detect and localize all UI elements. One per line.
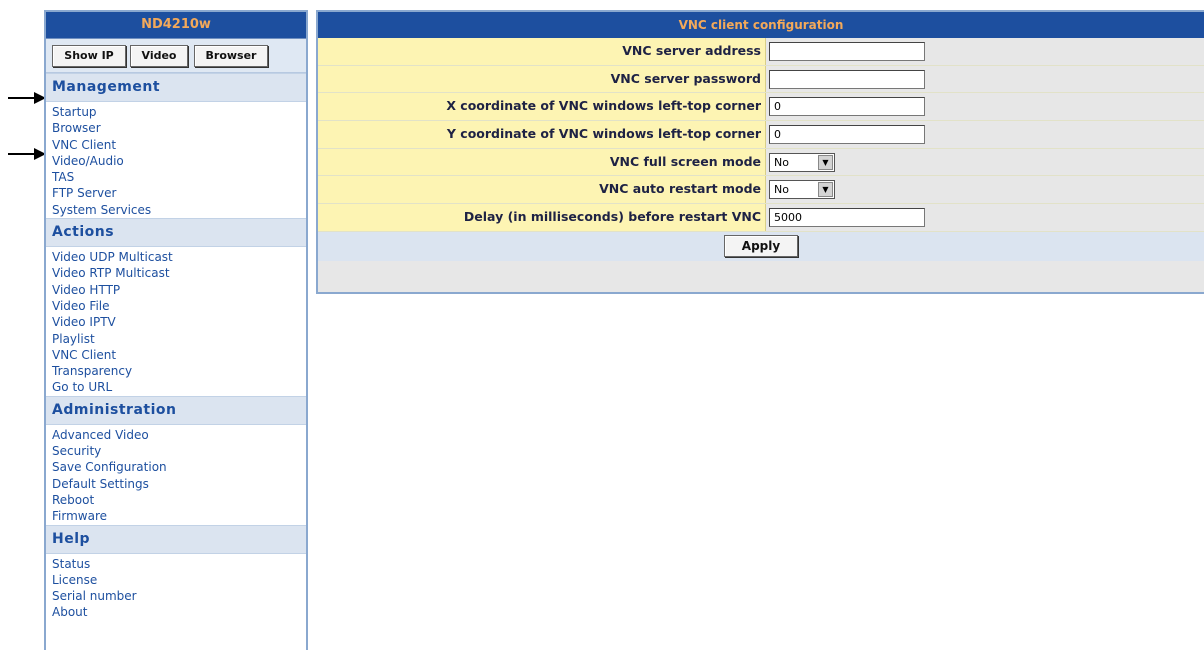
section-header-help: Help: [46, 524, 306, 554]
show-ip-button[interactable]: Show IP: [52, 44, 126, 67]
device-name: ND4210w: [46, 12, 306, 39]
sidebar-item-video-file[interactable]: Video File: [52, 298, 306, 314]
browser-button[interactable]: Browser: [194, 44, 268, 67]
sidebar-item-serial-number[interactable]: Serial number: [52, 588, 306, 604]
form-row: X coordinate of VNC windows left-top cor…: [318, 93, 1204, 122]
field-label: VNC server password: [318, 65, 766, 93]
apply-row: Apply: [318, 231, 1204, 261]
management-links: Startup Browser VNC Client Video/Audio T…: [46, 102, 306, 218]
section-header-actions: Actions: [46, 218, 306, 248]
sidebar-item-video-http[interactable]: Video HTTP: [52, 282, 306, 298]
field-label: VNC full screen mode: [318, 148, 766, 176]
sidebar-item-video-audio[interactable]: Video/Audio: [52, 153, 306, 169]
sidebar-item-browser[interactable]: Browser: [52, 120, 306, 136]
restart-delay-input[interactable]: [769, 207, 925, 227]
form-row: VNC auto restart mode No ▼: [318, 176, 1204, 205]
sidebar-item-security[interactable]: Security: [52, 443, 306, 459]
select-value: No: [774, 183, 789, 197]
sidebar-item-firmware[interactable]: Firmware: [52, 508, 306, 524]
sidebar-item-video-rtp-multicast[interactable]: Video RTP Multicast: [52, 265, 306, 281]
form-row: Y coordinate of VNC windows left-top cor…: [318, 121, 1204, 149]
field-label: VNC auto restart mode: [318, 176, 766, 204]
sidebar-item-transparency[interactable]: Transparency: [52, 363, 306, 379]
y-coordinate-input[interactable]: [769, 124, 925, 144]
sidebar-item-ftp-server[interactable]: FTP Server: [52, 185, 306, 201]
sidebar-item-video-iptv[interactable]: Video IPTV: [52, 314, 306, 330]
field-label: Y coordinate of VNC windows left-top cor…: [318, 121, 766, 148]
apply-button[interactable]: Apply: [724, 235, 798, 258]
vnc-server-password-input[interactable]: [769, 69, 925, 89]
x-coordinate-input[interactable]: [769, 97, 925, 117]
sidebar-item-about[interactable]: About: [52, 604, 306, 620]
section-header-management: Management: [46, 73, 306, 102]
dropdown-arrow-icon[interactable]: ▼: [818, 154, 833, 170]
vnc-config-panel: VNC client configuration VNC server addr…: [316, 10, 1204, 294]
sidebar-item-playlist[interactable]: Playlist: [52, 331, 306, 347]
administration-links: Advanced Video Security Save Configurati…: [46, 425, 306, 525]
section-header-administration: Administration: [46, 395, 306, 425]
form-row: Delay (in milliseconds) before restart V…: [318, 204, 1204, 232]
sidebar-item-save-configuration[interactable]: Save Configuration: [52, 459, 306, 475]
select-value: No: [774, 155, 789, 169]
sidebar-item-advanced-video[interactable]: Advanced Video: [52, 427, 306, 443]
vnc-server-address-input[interactable]: [769, 41, 925, 61]
sidebar-item-system-services[interactable]: System Services: [52, 202, 306, 218]
help-links: Status License Serial number About: [46, 554, 306, 621]
sidebar-item-status[interactable]: Status: [52, 556, 306, 572]
sidebar-item-startup[interactable]: Startup: [52, 104, 306, 120]
sidebar-item-actions-vnc-client[interactable]: VNC Client: [52, 347, 306, 363]
field-label: VNC server address: [318, 38, 766, 65]
sidebar: ND4210w Show IP Video Browser Management…: [44, 10, 308, 650]
video-button[interactable]: Video: [130, 44, 188, 67]
sidebar-item-vnc-client[interactable]: VNC Client: [52, 137, 306, 153]
full-screen-mode-select[interactable]: No ▼: [769, 152, 835, 172]
form-row: VNC server address: [318, 38, 1204, 66]
field-label: Delay (in milliseconds) before restart V…: [318, 204, 766, 231]
form-row: VNC server password: [318, 65, 1204, 94]
field-label: X coordinate of VNC windows left-top cor…: [318, 93, 766, 121]
sidebar-item-reboot[interactable]: Reboot: [52, 492, 306, 508]
annotation-arrow-icon: [8, 148, 46, 160]
sidebar-item-go-to-url[interactable]: Go to URL: [52, 379, 306, 395]
sidebar-item-video-udp-multicast[interactable]: Video UDP Multicast: [52, 249, 306, 265]
sidebar-button-bar: Show IP Video Browser: [46, 39, 306, 73]
annotation-arrow-icon: [8, 92, 46, 104]
form-row: VNC full screen mode No ▼: [318, 148, 1204, 177]
auto-restart-mode-select[interactable]: No ▼: [769, 180, 835, 200]
dropdown-arrow-icon[interactable]: ▼: [818, 182, 833, 198]
sidebar-item-tas[interactable]: TAS: [52, 169, 306, 185]
panel-title: VNC client configuration: [318, 12, 1204, 38]
actions-links: Video UDP Multicast Video RTP Multicast …: [46, 247, 306, 396]
sidebar-item-default-settings[interactable]: Default Settings: [52, 476, 306, 492]
sidebar-item-license[interactable]: License: [52, 572, 306, 588]
